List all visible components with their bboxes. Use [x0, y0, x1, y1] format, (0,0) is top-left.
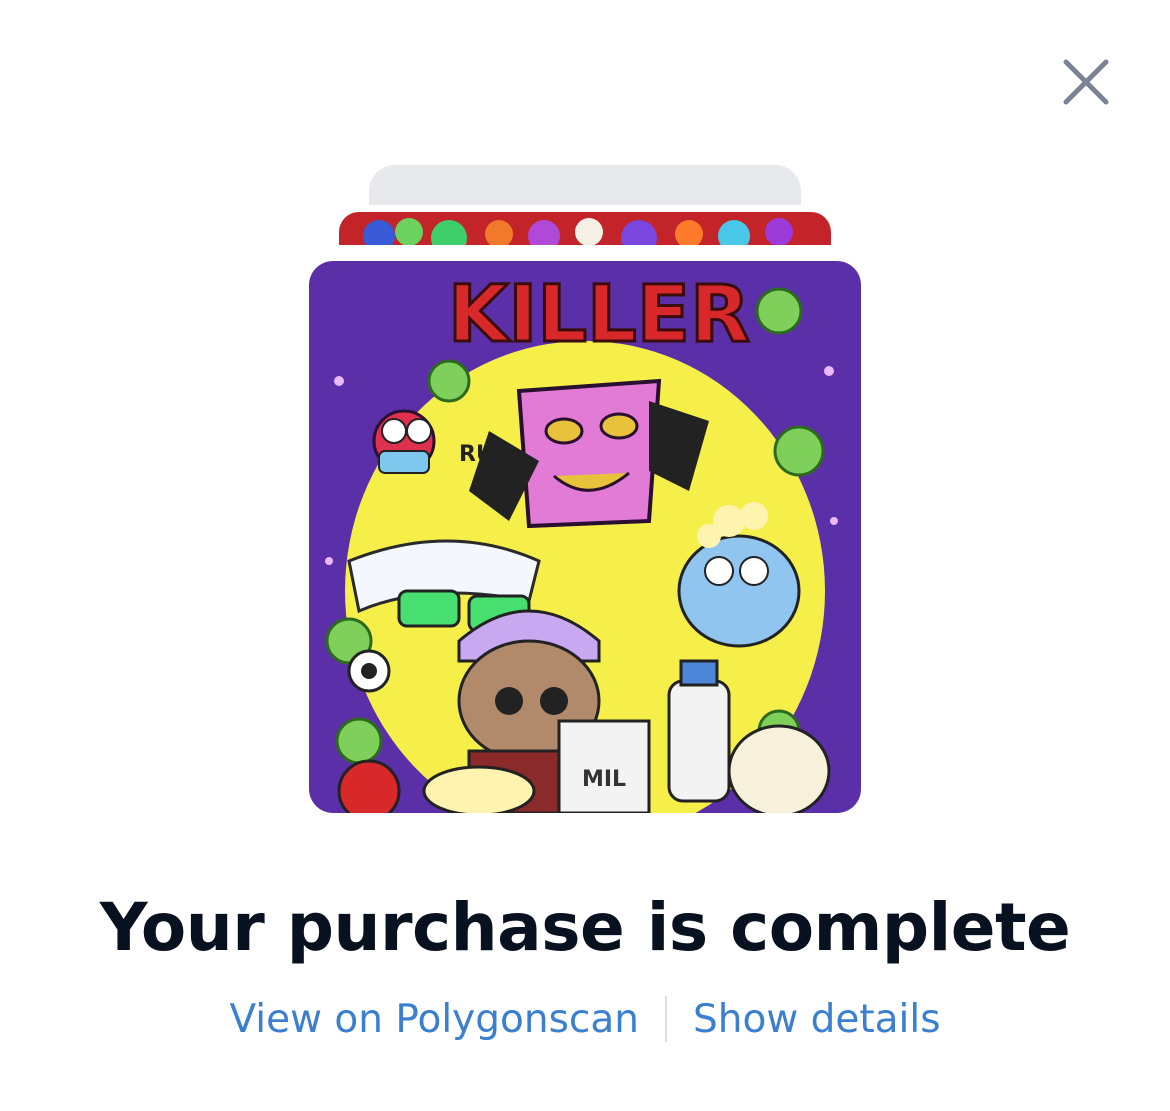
view-on-polygonscan-link[interactable]: View on Polygonscan	[229, 997, 639, 1042]
nft-artwork[interactable]: KILLER RUN MIL	[309, 261, 861, 813]
card-stack-middle	[339, 212, 831, 245]
nft-milk-lettering: MIL	[582, 767, 626, 792]
close-button[interactable]	[1060, 56, 1112, 108]
purchase-complete-title: Your purchase is complete	[99, 889, 1071, 966]
nft-title-lettering: KILLER	[448, 270, 750, 360]
card-stack-back	[369, 165, 801, 205]
close-icon	[1063, 59, 1109, 105]
link-divider	[664, 996, 667, 1042]
show-details-link[interactable]: Show details	[693, 997, 941, 1042]
nft-run-lettering: RUN	[459, 442, 512, 467]
action-links: View on Polygonscan Show details	[0, 996, 1170, 1042]
